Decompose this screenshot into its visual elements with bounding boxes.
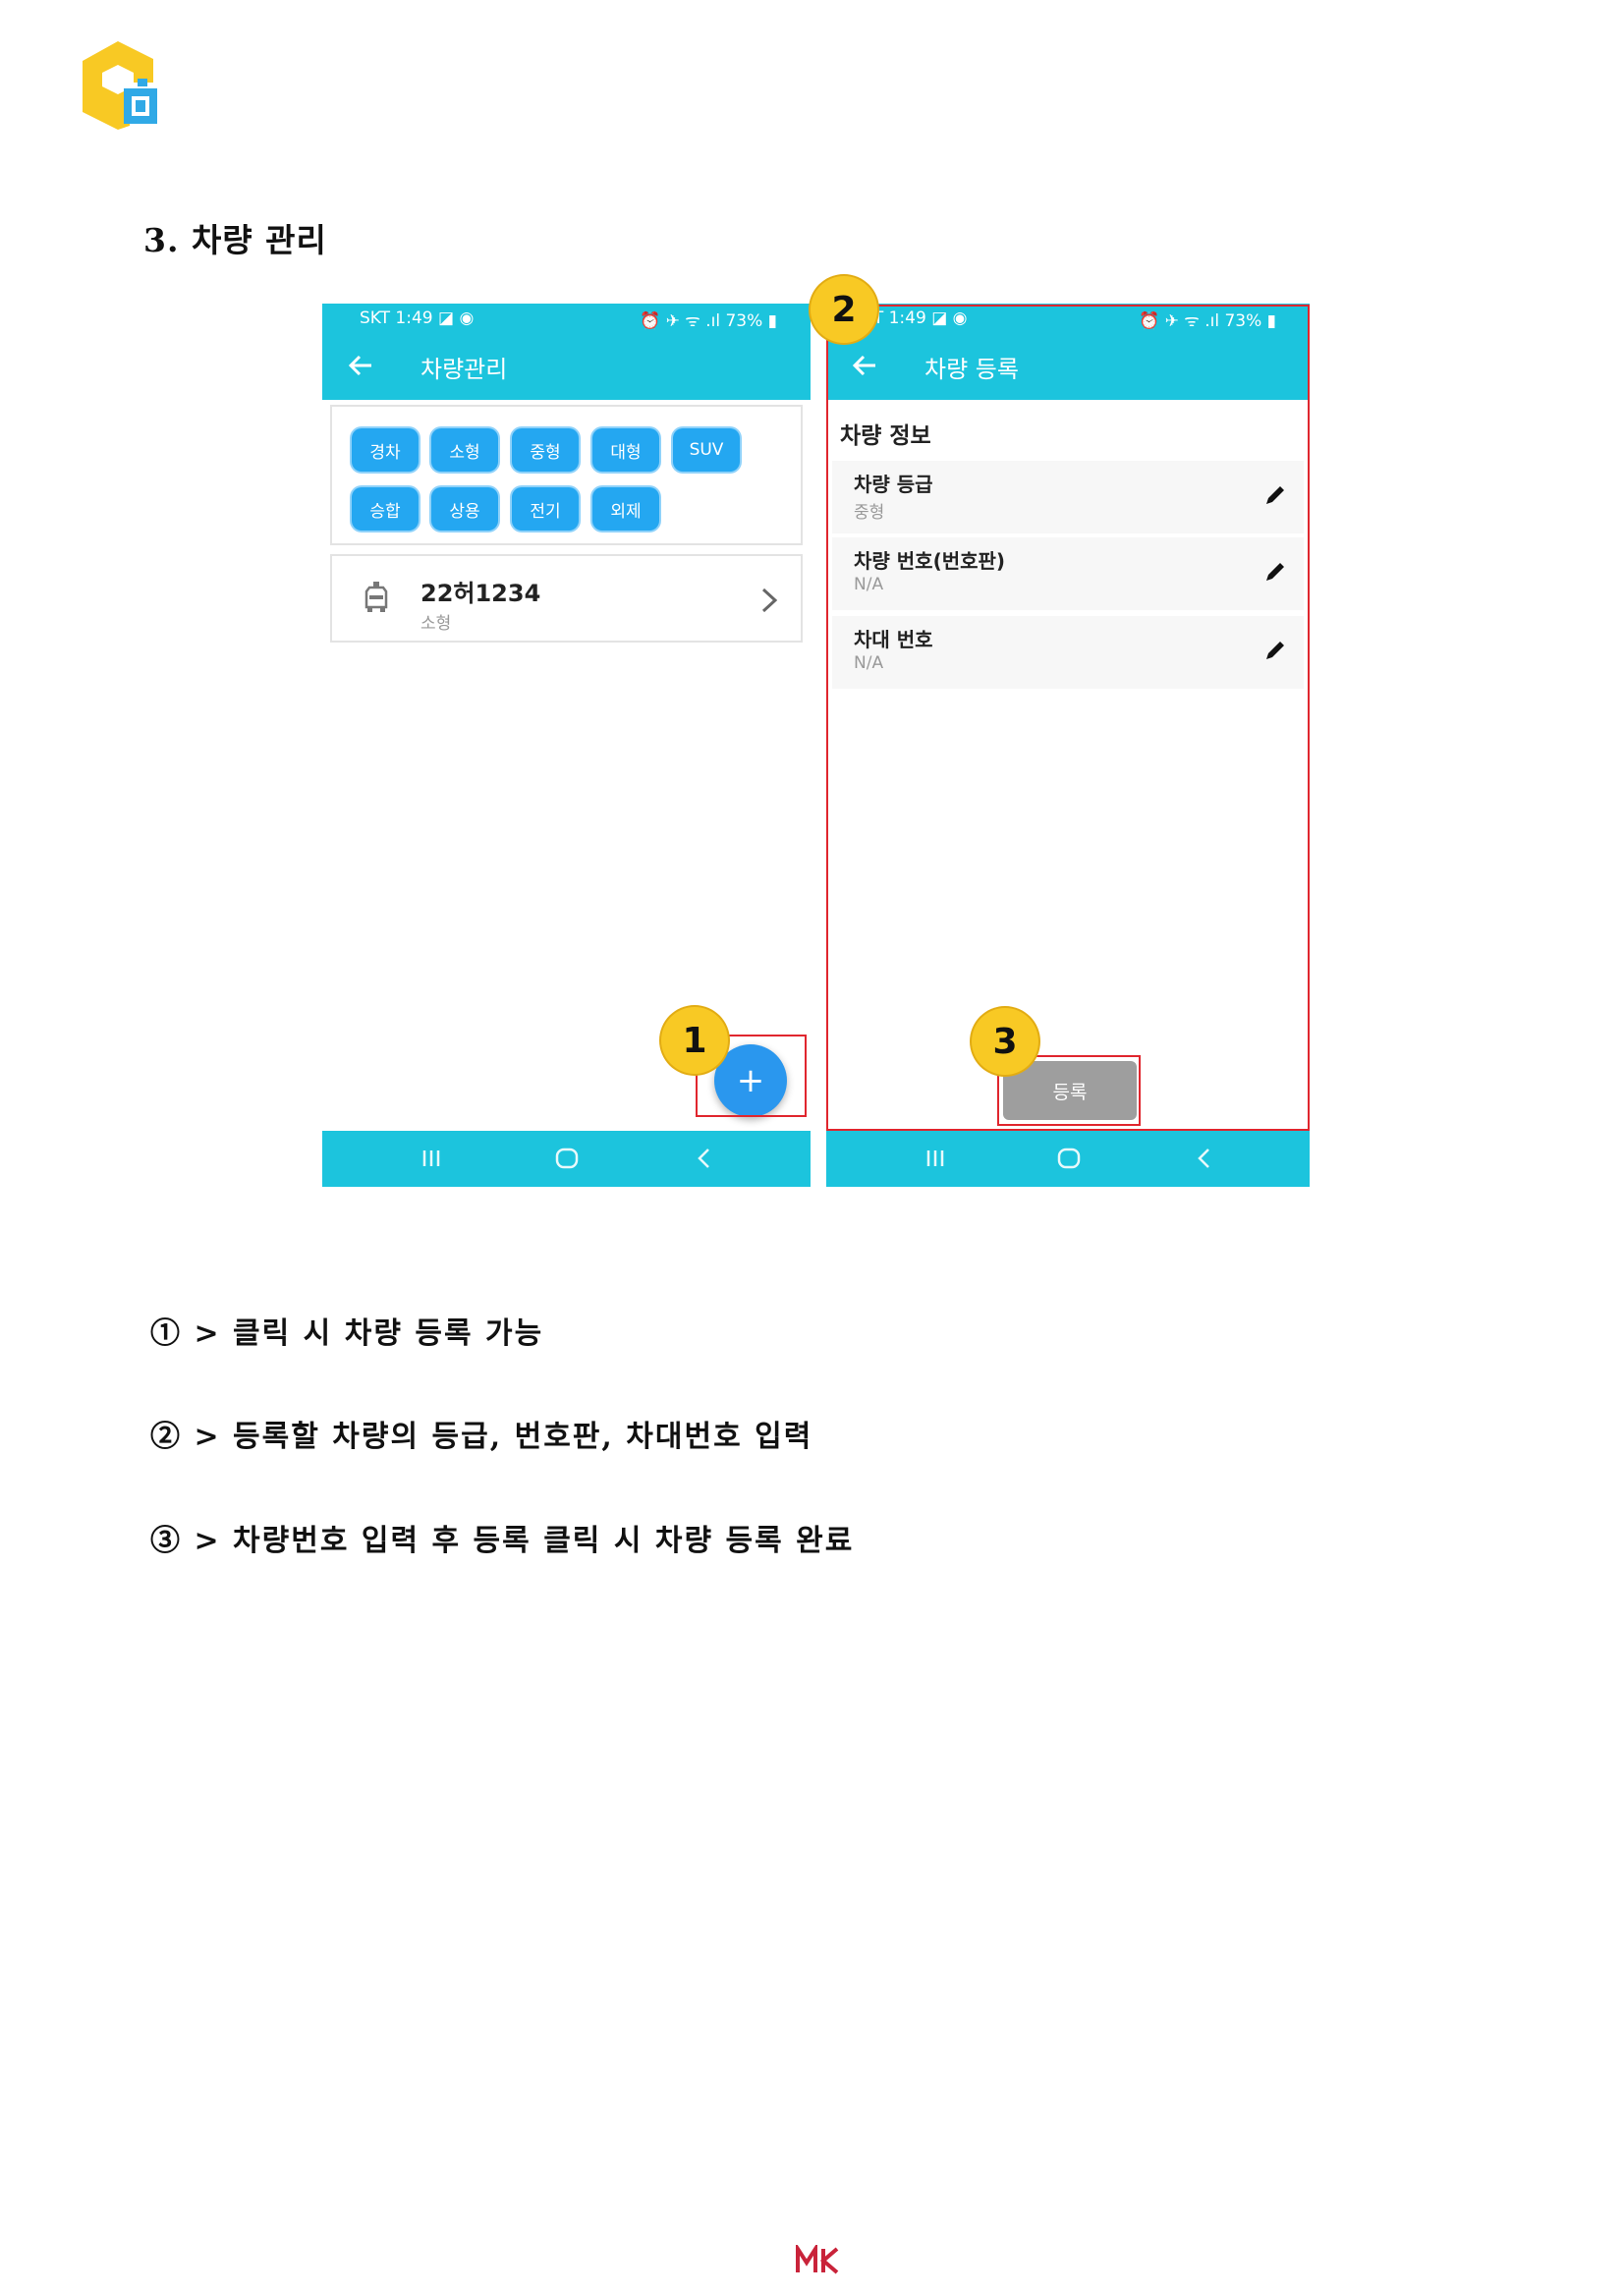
chip-commercial[interactable]: 상용 — [431, 487, 498, 531]
chip-compact[interactable]: 경차 — [352, 428, 419, 472]
status-right: ⏰ ✈ ᯤ .ıl 73% ▮ — [640, 311, 777, 331]
status-bar: SKT 1:49 ◪ ◉ ⏰ ✈ ᯤ .ıl 73% ▮ — [322, 304, 811, 333]
vehicle-size: 소형 — [420, 614, 452, 634]
chip-large[interactable]: 대형 — [592, 428, 659, 472]
system-nav-bar — [322, 1131, 811, 1187]
nav-back-icon[interactable] — [1190, 1145, 1219, 1172]
highlight-box-2 — [826, 305, 1310, 1131]
step-note-3: ③ > 차량번호 입력 후 등록 클릭 시 차량 등록 완료 — [150, 1524, 855, 1558]
screen-title: 차량관리 — [420, 356, 508, 383]
vehicle-plate: 22허1234 — [420, 580, 541, 607]
vehicle-list-screen: SKT 1:49 ◪ ◉ ⏰ ✈ ᯤ .ıl 73% ▮ 차량관리 경차 소형 … — [322, 304, 811, 1187]
system-nav-bar — [826, 1131, 1310, 1187]
app-bar: 차량관리 — [322, 333, 811, 400]
status-left: SKT 1:49 ◪ ◉ — [360, 308, 475, 328]
section-title: 3. 차량 관리 — [143, 221, 327, 259]
chip-van[interactable]: 승합 — [352, 487, 419, 531]
footer-logo-icon — [796, 2245, 839, 2274]
chip-mid[interactable]: 중형 — [512, 428, 579, 472]
nav-back-icon[interactable] — [690, 1145, 719, 1172]
home-icon[interactable] — [552, 1145, 582, 1172]
step-note-2: ② > 등록할 차량의 등급, 번호판, 차대번호 입력 — [150, 1420, 813, 1454]
chevron-right-icon — [761, 588, 778, 613]
recent-apps-icon[interactable] — [417, 1145, 446, 1172]
chip-imported[interactable]: 외제 — [592, 487, 659, 531]
chip-suv[interactable]: SUV — [673, 428, 740, 472]
step-badge-2: 2 — [811, 276, 877, 343]
back-arrow-icon[interactable] — [346, 351, 375, 380]
step-note-1: ① > 클릭 시 차량 등록 가능 — [150, 1316, 544, 1351]
recent-apps-icon[interactable] — [921, 1145, 950, 1172]
step-badge-1: 1 — [661, 1007, 728, 1074]
app-logo-icon — [83, 41, 157, 130]
vehicle-type-filter: 경차 소형 중형 대형 SUV 승합 상용 전기 외제 — [330, 405, 803, 545]
chip-electric[interactable]: 전기 — [512, 487, 579, 531]
home-icon[interactable] — [1054, 1145, 1084, 1172]
vehicle-list-item[interactable]: 22허1234 소형 — [330, 554, 803, 643]
chip-small[interactable]: 소형 — [431, 428, 498, 472]
car-icon — [364, 582, 388, 612]
